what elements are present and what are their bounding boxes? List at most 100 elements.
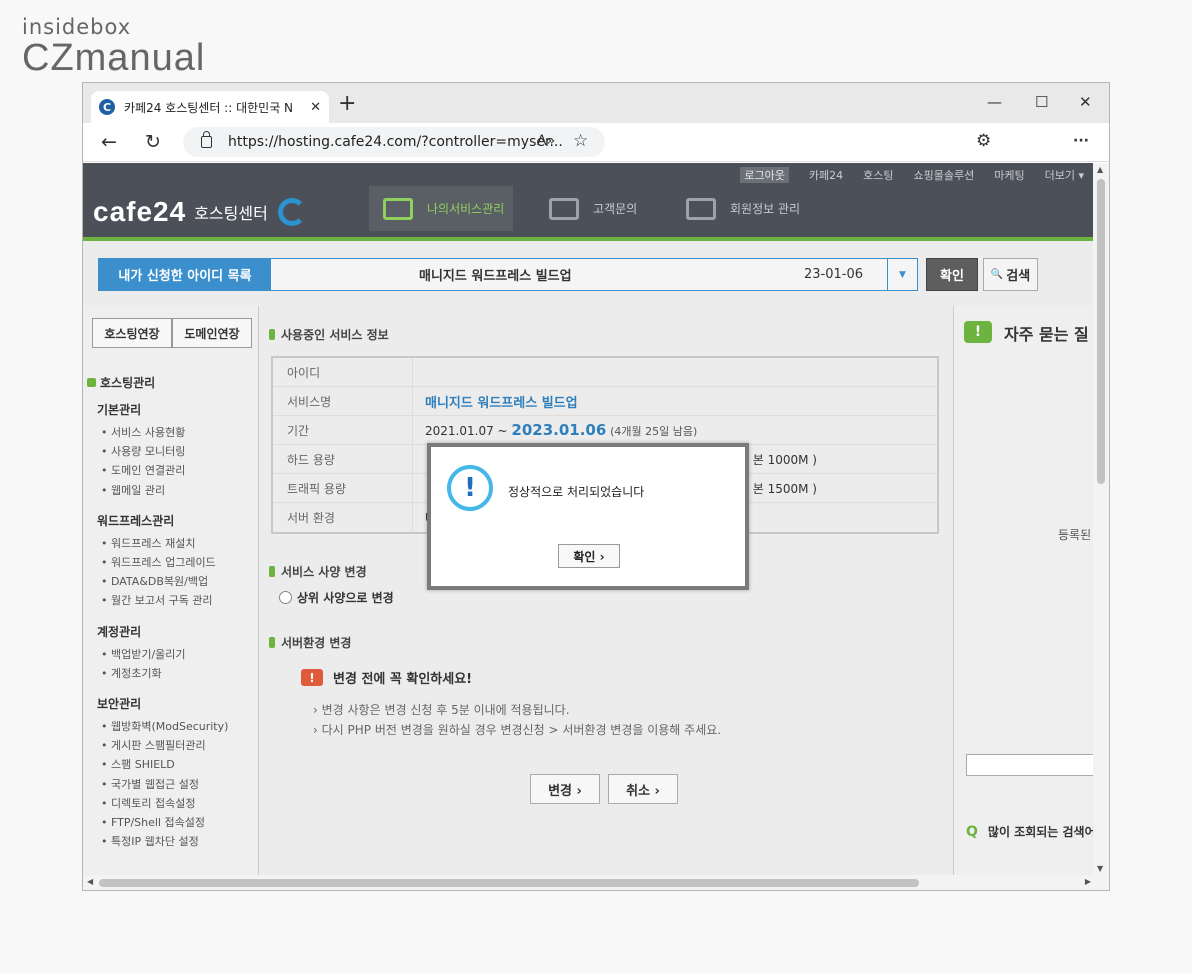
site-logo[interactable]: cafe24 호스팅센터: [93, 196, 306, 228]
title-bar: C 카페24 호스팅센터 :: 대한민국 N ✕ + — ☐ ✕: [83, 83, 1109, 123]
magnifier-icon: Q: [966, 823, 978, 840]
row-value: 본 1000M ): [752, 452, 817, 467]
period-remaining: (4개월 25일 남음): [610, 425, 698, 438]
gnb-member-info[interactable]: 회원정보 관리: [686, 186, 800, 231]
scroll-up-icon[interactable]: ▲: [1097, 165, 1103, 174]
period-end: 2023.01.06: [511, 421, 607, 439]
browser-window: C 카페24 호스팅센터 :: 대한민국 N ✕ + — ☐ ✕ ← ↻ htt…: [82, 82, 1110, 891]
scroll-left-icon[interactable]: ◀: [87, 877, 93, 886]
table-row: 서비스명 매니지드 워드프레스 빌드업: [273, 387, 937, 416]
id-select-bar[interactable]: 내가 신청한 아이디 목록 매니지드 워드프레스 빌드업 23-01-06 ▼: [98, 258, 918, 291]
table-row: 기간 2021.01.07 ~ 2023.01.06 (4개월 25일 남음): [273, 416, 937, 445]
change-button[interactable]: 변경 ›: [530, 774, 600, 804]
scroll-right-icon[interactable]: ▶: [1085, 877, 1091, 886]
close-window-icon[interactable]: ✕: [1079, 93, 1092, 111]
warning-title: ! 변경 전에 꼭 확인하세요!: [301, 668, 472, 687]
logo-text: cafe24: [93, 196, 187, 227]
dropdown-arrow-icon[interactable]: ▼: [887, 259, 917, 290]
menu-item[interactable]: • 월간 보고서 구독 관리: [101, 591, 257, 610]
section-service-info: 사용중인 서비스 정보: [269, 326, 389, 343]
domain-extend-button[interactable]: 도메인연장: [172, 318, 252, 348]
section-bullet-icon: [269, 329, 275, 340]
logout-link[interactable]: 로그아웃: [740, 167, 789, 183]
menu-group-title: 계정관리: [97, 624, 142, 639]
menu-item[interactable]: • 도메인 연결관리: [101, 461, 257, 480]
maximize-icon[interactable]: ☐: [1035, 93, 1048, 111]
menu-group-title: 보안관리: [97, 697, 142, 712]
menu-item[interactable]: • 스팸 SHIELD: [101, 755, 257, 774]
menu-item[interactable]: • DATA&DB복원/백업: [101, 572, 257, 591]
extensions-icon[interactable]: ⚙: [976, 131, 991, 151]
new-tab-icon[interactable]: +: [338, 93, 356, 115]
radio-label: 상위 사양으로 변경: [297, 591, 394, 605]
menu-item[interactable]: • 워드프레스 업그레이드: [101, 553, 257, 572]
menu-item[interactable]: • 계정초기화: [101, 664, 257, 683]
menu-item[interactable]: • 워드프레스 재설치: [101, 534, 257, 553]
menu-item[interactable]: • 게시판 스팸필터관리: [101, 736, 257, 755]
menu-item[interactable]: • 국가별 웹접근 설정: [101, 775, 257, 794]
more-icon[interactable]: ···: [1073, 133, 1089, 149]
row-key: 하드 용량: [273, 445, 413, 473]
vertical-scrollbar[interactable]: ▲ ▼: [1093, 163, 1109, 875]
section-title: 서비스 사양 변경: [281, 565, 367, 579]
gnb-support[interactable]: 고객문의: [549, 186, 637, 231]
upgrade-radio[interactable]: 상위 사양으로 변경: [279, 589, 394, 606]
menu-item[interactable]: • 백업받기/올리기: [101, 645, 257, 664]
confirm-button[interactable]: 확인: [926, 258, 978, 291]
note-line: › 변경 사항은 변경 신청 후 5분 이내에 적용됩니다.: [313, 703, 570, 717]
table-row: 아이디: [273, 358, 937, 387]
horizontal-scroll-thumb[interactable]: [99, 879, 919, 887]
refresh-icon[interactable]: ↻: [145, 131, 161, 153]
menu-item[interactable]: • 서비스 사용현황: [101, 423, 257, 442]
lock-icon: [201, 131, 212, 148]
scroll-down-icon[interactable]: ▼: [1097, 864, 1103, 873]
period-value: 2021.01.07 ~ 2023.01.06 (4개월 25일 남음): [413, 421, 697, 439]
dialog-ok-button[interactable]: 확인 ›: [558, 544, 620, 568]
selected-service: 매니지드 워드프레스 빌드업: [419, 269, 572, 284]
warning-icon: !: [301, 669, 323, 686]
favorite-icon[interactable]: ☆: [573, 131, 588, 151]
gnb-label: 나의서비스관리: [427, 202, 505, 216]
menu-item[interactable]: • 특정IP 웹차단 설정: [101, 832, 257, 851]
note-line: › 다시 PHP 버전 변경을 원하실 경우 변경신청 > 서버환경 변경을 이…: [313, 723, 722, 737]
cafe24-link[interactable]: 카페24: [809, 167, 843, 183]
menu-item[interactable]: • 웹메일 관리: [101, 481, 257, 500]
browser-tab[interactable]: C 카페24 호스팅센터 :: 대한민국 N ✕: [91, 91, 329, 123]
marketing-link[interactable]: 마케팅: [994, 167, 1024, 183]
search-button[interactable]: 🔍 검색: [983, 258, 1038, 291]
menu-item[interactable]: • 웹방화벽(ModSecurity): [101, 717, 257, 736]
right-sidebar: ! 자주 묻는 질 등록된 Q 많이 조회되는 검색어: [953, 306, 1094, 875]
menu-item[interactable]: • FTP/Shell 접속설정: [101, 813, 257, 832]
section-title: 서버환경 변경: [281, 636, 352, 650]
tab-close-icon[interactable]: ✕: [310, 100, 321, 115]
monitor-phone-icon: [549, 197, 579, 220]
warning-text: 변경 전에 꼭 확인하세요!: [333, 672, 473, 687]
section-bullet-icon: [269, 637, 275, 648]
cancel-button[interactable]: 취소 ›: [608, 774, 678, 804]
more-link[interactable]: 더보기 ▾: [1045, 167, 1084, 183]
gnb-label: 회원정보 관리: [730, 202, 801, 216]
monitor-user-icon: [686, 197, 716, 220]
cafe24-favicon-icon: C: [99, 99, 115, 115]
hosting-extend-button[interactable]: 호스팅연장: [92, 318, 172, 348]
monitor-gear-icon: [383, 197, 413, 220]
horizontal-scrollbar[interactable]: ◀ ▶: [83, 875, 1109, 890]
radio-circle[interactable]: [279, 591, 292, 604]
hosting-link[interactable]: 호스팅: [863, 167, 893, 183]
menu-item[interactable]: • 디렉토리 접속설정: [101, 794, 257, 813]
watermark: insidebox CZmanual: [22, 14, 205, 77]
faq-title: 자주 묻는 질: [1004, 325, 1089, 344]
left-sidebar: 호스팅연장 도메인연장 호스팅관리 기본관리 • 서비스 사용현황 • 사용량 …: [83, 306, 259, 875]
shopping-solution-link[interactable]: 쇼핑몰솔루션: [914, 167, 975, 183]
menu-item[interactable]: • 사용량 모니터링: [101, 442, 257, 461]
back-icon[interactable]: ←: [101, 131, 117, 153]
registered-text: 등록된: [1058, 528, 1092, 542]
gnb-my-service[interactable]: 나의서비스관리: [369, 186, 513, 231]
read-aloud-icon[interactable]: A»: [537, 133, 555, 149]
gnb-label: 고객문의: [593, 202, 638, 216]
info-exclamation-icon: !: [447, 465, 493, 511]
menu-top-title: 호스팅관리: [100, 376, 156, 390]
vertical-scroll-thumb[interactable]: [1097, 179, 1105, 484]
minimize-icon[interactable]: —: [987, 93, 1002, 111]
faq-search-input[interactable]: [966, 754, 1094, 776]
